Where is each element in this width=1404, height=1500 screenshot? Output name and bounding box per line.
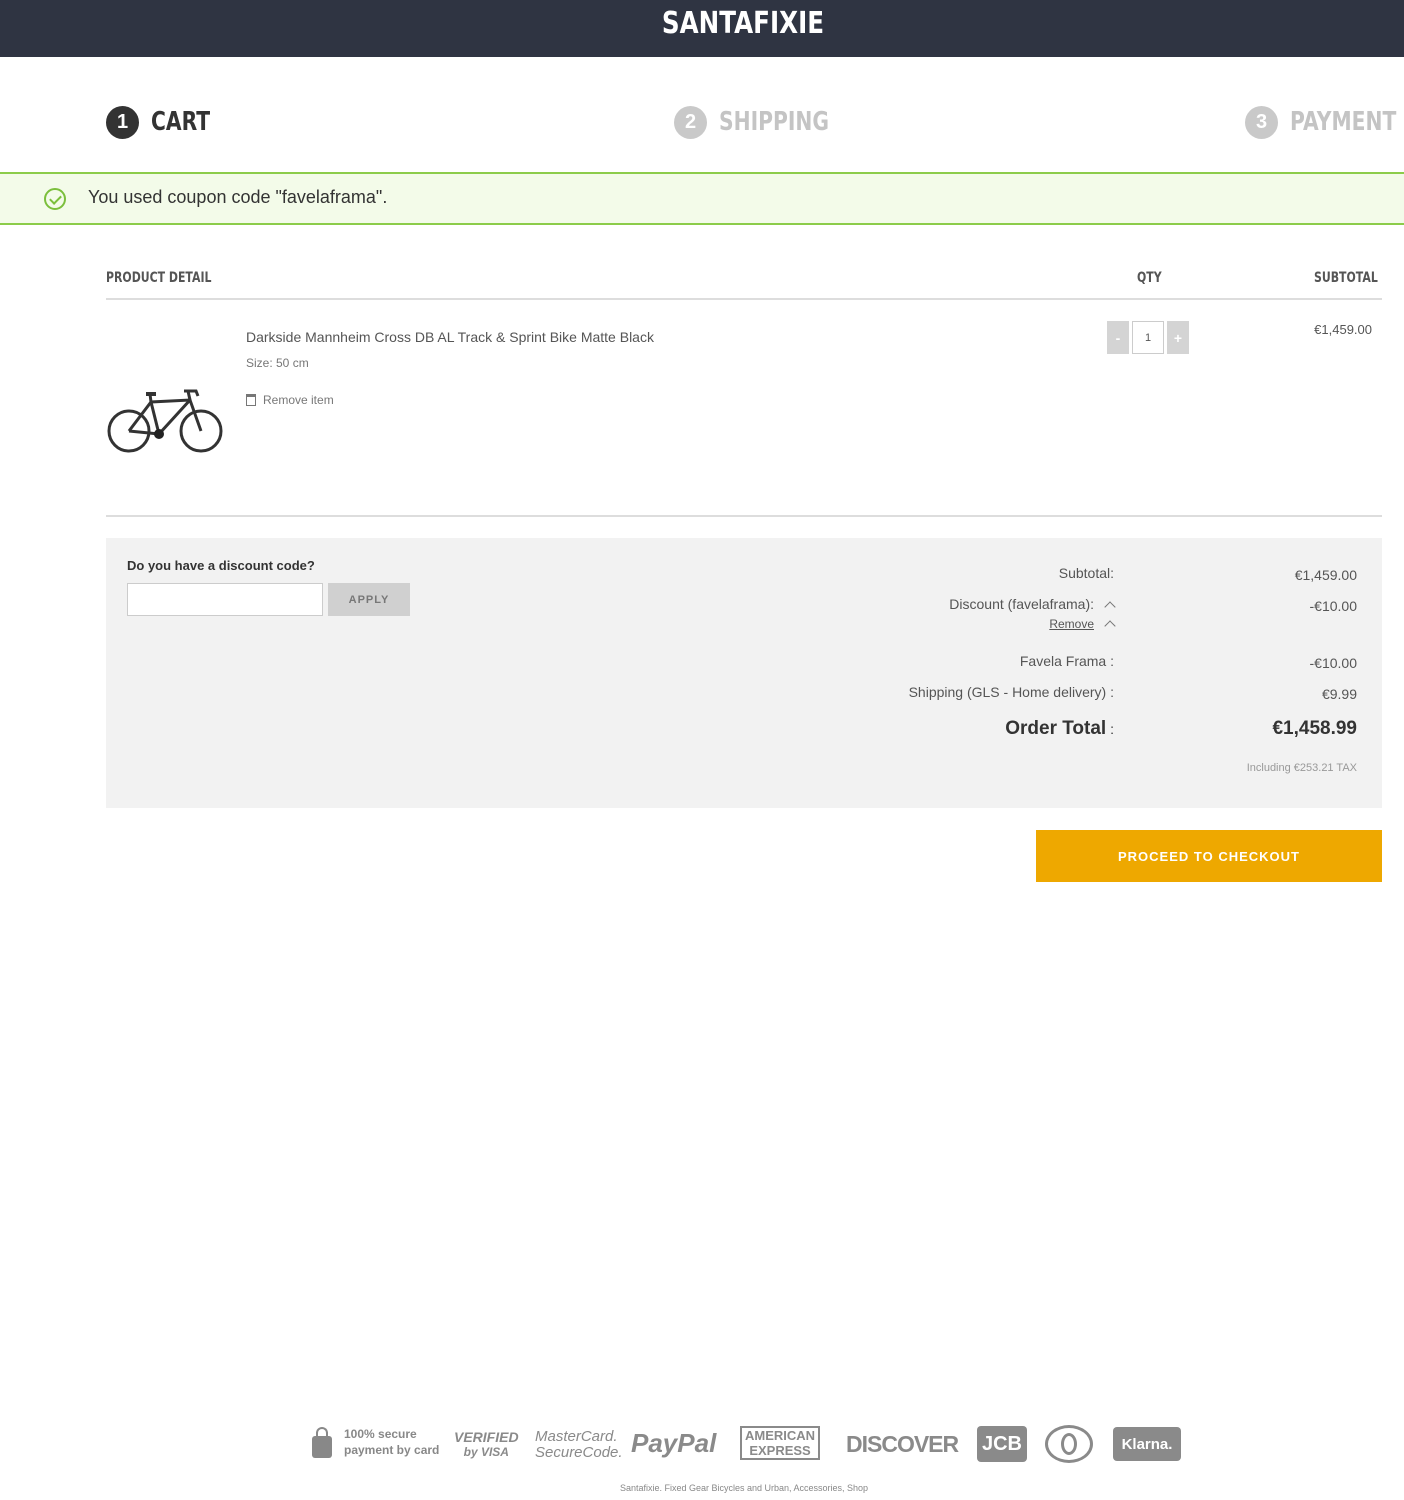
subtotal-value: €1,459.00 (1294, 567, 1357, 583)
remove-discount-label: Remove (1049, 617, 1094, 631)
product-name[interactable]: Darkside Mannheim Cross DB AL Track & Sp… (246, 329, 654, 345)
step-number: 3 (1245, 105, 1278, 139)
discount-value: -€10.00 (1309, 598, 1357, 614)
remove-item-link[interactable]: Remove item (246, 393, 334, 407)
remove-discount-link[interactable]: Remove (1049, 617, 1116, 632)
proceed-to-checkout-button[interactable]: PROCEED TO CHECKOUT (1036, 830, 1382, 882)
discover-logo: DISCOVER (846, 1431, 959, 1457)
top-bar: SANTAFIXIE (0, 0, 1404, 57)
chevron-up-icon[interactable] (1104, 601, 1116, 613)
order-total-label: Order Total : (1005, 718, 1114, 739)
coupon-notice: You used coupon code "favelaframa". (0, 172, 1404, 225)
qty-input[interactable]: 1 (1132, 321, 1164, 354)
paypal-logo: PayPal (631, 1428, 717, 1458)
subtotal-label: Subtotal: (1058, 565, 1114, 581)
shipping-label: Shipping (GLS - Home delivery) : (908, 684, 1114, 700)
qty-increase-button[interactable]: + (1167, 321, 1189, 354)
verified-by-visa-logo: VERIFIED by VISA (454, 1429, 519, 1460)
header-qty: QTY (1137, 270, 1162, 286)
divider (106, 298, 1382, 300)
header-subtotal: SUBTOTAL (1314, 270, 1378, 286)
site-logo[interactable]: SANTAFIXIE (134, 6, 1285, 41)
header-product-detail: PRODUCT DETAIL (106, 270, 212, 286)
step-label: CART (151, 107, 211, 137)
footer-note: Santafixie. Fixed Gear Bicycles and Urba… (619, 1483, 869, 1493)
mastercard-securecode-logo: MasterCard. SecureCode. (535, 1428, 623, 1461)
klarna-logo: Klarna. (1113, 1427, 1181, 1461)
step-shipping: 2 SHIPPING (674, 104, 860, 140)
divider (106, 515, 1382, 517)
discount-code-input[interactable] (127, 583, 323, 616)
order-total-value: €1,458.99 (1272, 718, 1357, 739)
jcb-logo: JCB (977, 1426, 1027, 1462)
secure-line-2: payment by card (344, 1443, 440, 1457)
american-express-logo: AMERICAN EXPRESS (740, 1426, 821, 1460)
remove-item-label: Remove item (263, 393, 334, 407)
product-image[interactable] (106, 378, 226, 458)
shipping-value: €9.99 (1321, 686, 1357, 702)
favela-frama-value: -€10.00 (1309, 655, 1357, 671)
discount-label: Discount (favelaframa): (949, 596, 1094, 612)
step-number: 2 (674, 105, 707, 139)
product-size: Size: 50 cm (246, 356, 309, 370)
apply-discount-button[interactable]: APPLY (328, 583, 410, 616)
discount-question: Do you have a discount code? (127, 558, 315, 573)
item-subtotal: €1,459.00 (1314, 322, 1372, 337)
chevron-up-icon[interactable] (1104, 620, 1116, 632)
lock-icon (312, 1427, 332, 1458)
favela-frama-label: Favela Frama : (1019, 653, 1114, 669)
secure-payment-badge: 100% secure payment by card (312, 1426, 439, 1458)
qty-decrease-button[interactable]: - (1107, 321, 1129, 354)
tax-note: Including €253.21 TAX (1246, 762, 1357, 774)
step-label: SHIPPING (719, 107, 830, 137)
secure-line-1: 100% secure (344, 1427, 417, 1441)
step-number: 1 (106, 105, 139, 139)
coupon-notice-text: You used coupon code "favelaframa". (88, 187, 388, 207)
step-label: PAYMENT (1290, 107, 1397, 137)
cart-summary-panel: Do you have a discount code? APPLY Subto… (106, 538, 1382, 808)
payment-methods: 100% secure payment by card VERIFIED by … (312, 1422, 1192, 1466)
step-payment: 3 PAYMENT (1245, 104, 1404, 140)
discount-row-label[interactable]: Discount (favelaframa): (949, 596, 1116, 613)
check-circle-icon (44, 188, 66, 210)
step-cart: 1 CART (106, 104, 227, 140)
diners-club-logo (1045, 1425, 1093, 1463)
trash-icon (246, 394, 256, 406)
